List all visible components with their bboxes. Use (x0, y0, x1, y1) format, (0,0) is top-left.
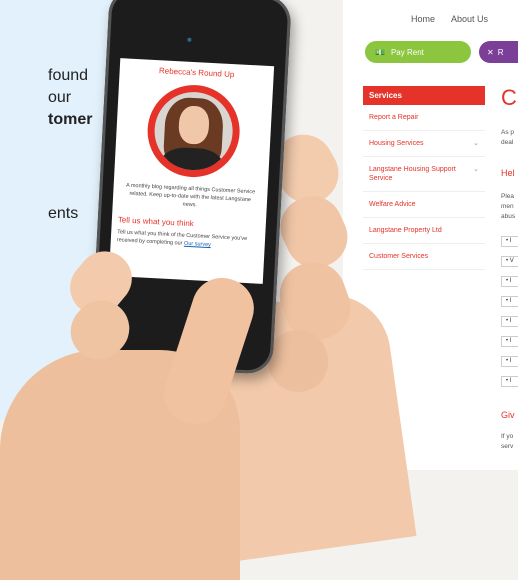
phone-screen[interactable]: Rebecca's Round Up A monthly blog regard… (108, 58, 275, 284)
left-text-line: found (48, 67, 89, 84)
pay-rent-button[interactable]: 💵 Pay Rent (365, 41, 471, 63)
list-item[interactable]: • I (501, 376, 518, 387)
tools-icon: ✕ (487, 47, 494, 57)
foot-line: serv (501, 443, 514, 450)
para-line: Plea (501, 193, 515, 200)
camera-icon (187, 37, 192, 42)
sidebar-item-housing-services[interactable]: Housing Services ⌄ (363, 131, 485, 157)
sidebar-header: Services (363, 86, 485, 105)
survey-link[interactable]: Our survey (184, 241, 211, 248)
list-item[interactable]: • I (501, 296, 518, 307)
left-text-line: ents (48, 205, 79, 222)
top-nav: Home About Us (411, 14, 502, 24)
sidebar-item-welfare-advice[interactable]: Welfare Advice (363, 192, 485, 218)
pay-rent-label: Pay Rent (390, 47, 424, 57)
blog-title: Rebecca's Round Up (158, 66, 235, 80)
services-sidebar: Services Report a Repair Housing Service… (363, 86, 485, 270)
repair-label: R (497, 47, 504, 57)
money-icon: 💵 (375, 47, 385, 57)
para-line: abus (501, 213, 516, 220)
page-title: C (501, 85, 517, 110)
sidebar-item-customer-services[interactable]: Customer Services (363, 244, 485, 270)
para-line: men (501, 203, 514, 210)
sidebar-item-property-ltd[interactable]: Langstane Property Ltd (363, 218, 485, 244)
sidebar-item-housing-support[interactable]: Langstane Housing Support Service ⌄ (363, 157, 485, 192)
intro-line: deal (501, 139, 514, 146)
list-item[interactable]: • I (501, 236, 518, 247)
intro-line: As p (501, 129, 515, 136)
chevron-down-icon: ⌄ (473, 140, 479, 147)
nav-home[interactable]: Home (411, 14, 435, 24)
section-heading: Hel (501, 168, 515, 178)
list-item[interactable]: • I (501, 356, 518, 367)
foot-line: If yo (501, 433, 514, 440)
list-item[interactable]: • I (501, 316, 518, 327)
list-item[interactable]: • V (501, 256, 518, 267)
nav-about[interactable]: About Us (451, 14, 488, 24)
left-text-line: tomer (48, 111, 93, 128)
avatar (145, 82, 242, 180)
section-heading: Giv (501, 410, 515, 420)
report-repair-button[interactable]: ✕ R (479, 41, 518, 63)
chevron-down-icon: ⌄ (473, 166, 479, 173)
left-text-line: our (48, 89, 72, 106)
list-item[interactable]: • I (501, 276, 518, 287)
sidebar-item-report-repair[interactable]: Report a Repair (363, 105, 485, 131)
list-item[interactable]: • I (501, 336, 518, 347)
